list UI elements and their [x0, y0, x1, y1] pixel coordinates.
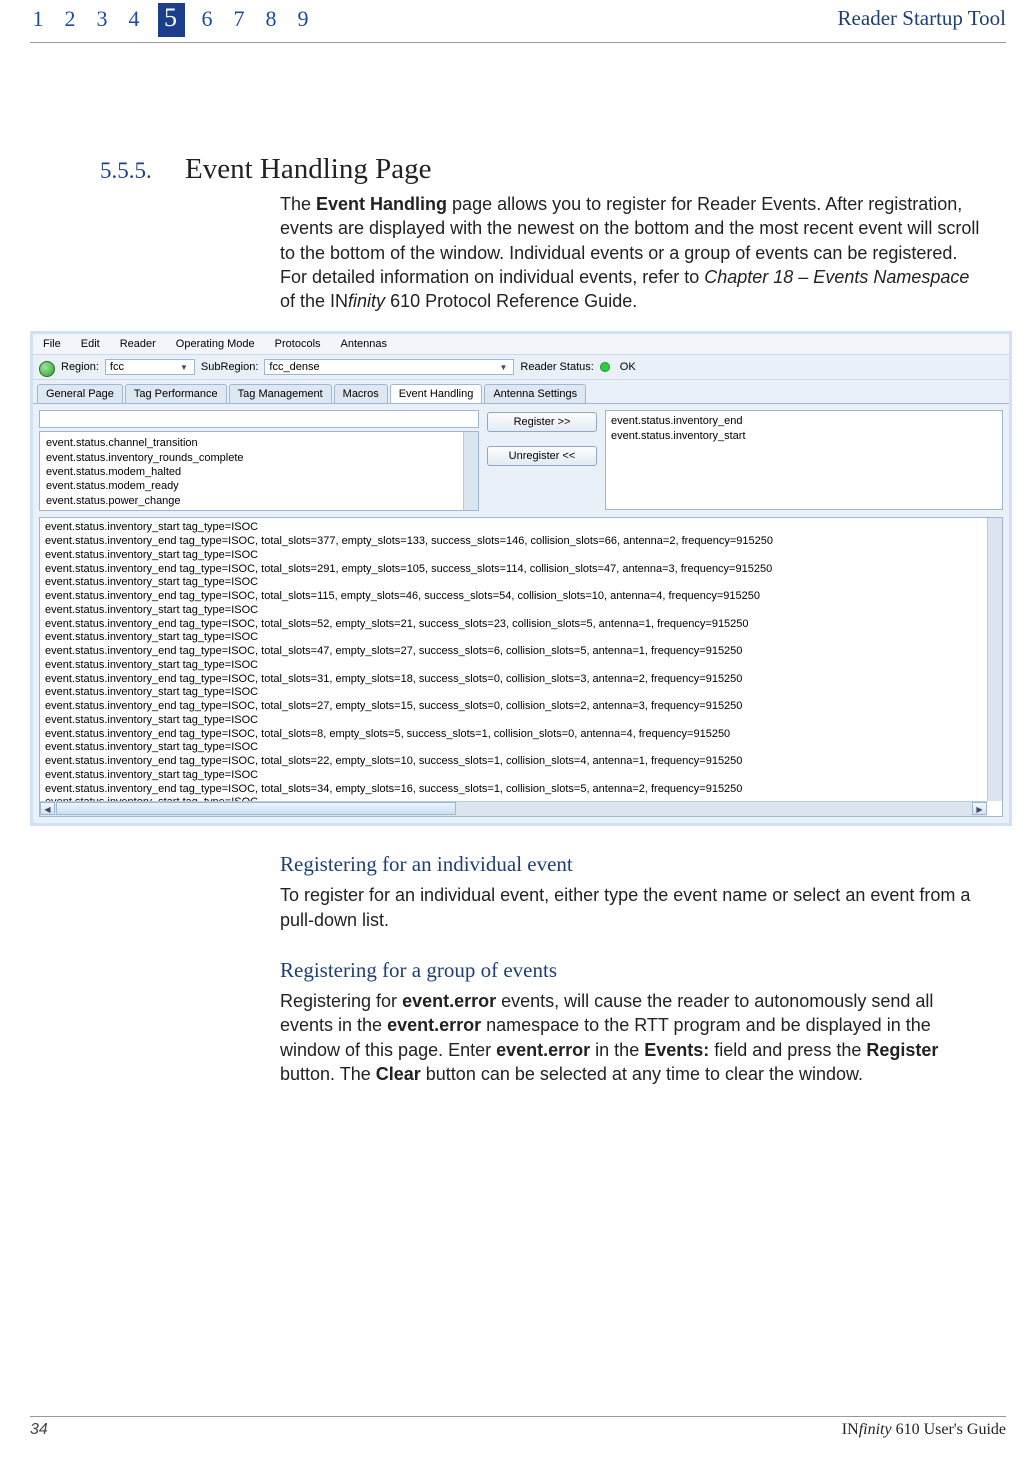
available-events-listbox[interactable]: event.status.channel_transitionevent.sta…	[39, 431, 479, 511]
scroll-thumb[interactable]	[56, 802, 456, 815]
scroll-left-arrow[interactable]: ◀	[40, 802, 55, 815]
subregion-label: SubRegion:	[201, 361, 259, 373]
chapter-1[interactable]: 1	[30, 6, 48, 40]
tab-event-handling[interactable]: Event Handling	[390, 384, 483, 403]
chapter-8[interactable]: 8	[263, 6, 281, 40]
log-line: event.status.inventory_end tag_type=ISOC…	[45, 673, 982, 687]
status-label: Reader Status:	[520, 361, 593, 373]
registered-event-item[interactable]: event.status.inventory_end	[611, 414, 997, 428]
unregister-button[interactable]: Unregister <<	[487, 446, 597, 466]
chapter-7[interactable]: 7	[231, 6, 249, 40]
log-line: event.status.inventory_start tag_type=IS…	[45, 714, 982, 728]
log-line: event.status.inventory_start tag_type=IS…	[45, 741, 982, 755]
subregion-dropdown[interactable]: fcc_dense ▼	[264, 359, 514, 375]
section-intro: The Event Handling page allows you to re…	[280, 192, 986, 313]
chevron-down-icon: ▼	[500, 363, 508, 372]
sub2-text: Registering for event.error events, will…	[280, 989, 986, 1086]
log-line: event.status.inventory_start tag_type=IS…	[45, 769, 982, 783]
tab-antenna-settings[interactable]: Antenna Settings	[484, 384, 586, 403]
log-line: event.status.inventory_end tag_type=ISOC…	[45, 783, 982, 797]
event-name-input[interactable]	[39, 410, 479, 428]
chapter-3[interactable]: 3	[94, 6, 112, 40]
available-event-option[interactable]: event.status.modem_halted	[46, 465, 457, 479]
region-dropdown[interactable]: fcc ▼	[105, 359, 195, 375]
section-title: Event Handling Page	[185, 153, 431, 186]
status-ok-icon	[600, 362, 610, 372]
app-screenshot: File Edit Reader Operating Mode Protocols Ant…	[30, 331, 1012, 826]
log-line: event.status.inventory_end tag_type=ISOC…	[45, 728, 982, 742]
scrollbar[interactable]	[987, 518, 1002, 801]
region-label: Region:	[61, 361, 99, 373]
menu-reader[interactable]: Reader	[120, 338, 156, 350]
log-line: event.status.inventory_start tag_type=IS…	[45, 604, 982, 618]
tab-bar: General PageTag PerformanceTag Managemen…	[33, 380, 1009, 403]
toolbar: Region: fcc ▼ SubRegion: fcc_dense ▼ Rea…	[33, 355, 1009, 380]
log-line: event.status.inventory_start tag_type=IS…	[45, 631, 982, 645]
log-line: event.status.inventory_end tag_type=ISOC…	[45, 700, 982, 714]
log-line: event.status.inventory_end tag_type=ISOC…	[45, 618, 982, 632]
register-button[interactable]: Register >>	[487, 412, 597, 432]
log-line: event.status.inventory_start tag_type=IS…	[45, 659, 982, 673]
event-handling-panel: event.status.channel_transitionevent.sta…	[33, 403, 1009, 823]
log-line: event.status.inventory_start tag_type=IS…	[45, 549, 982, 563]
tab-macros[interactable]: Macros	[334, 384, 388, 403]
available-event-option[interactable]: event.status.power_change	[46, 494, 457, 508]
tab-tag-performance[interactable]: Tag Performance	[125, 384, 227, 403]
chapter-5[interactable]: 5	[158, 3, 185, 37]
chapter-9[interactable]: 9	[295, 6, 313, 40]
subregion-value: fcc_dense	[269, 361, 319, 373]
menu-antennas[interactable]: Antennas	[341, 338, 387, 350]
section-number: 5.5.5.	[30, 158, 185, 184]
menu-edit[interactable]: Edit	[81, 338, 100, 350]
page-footer: 34 INfinity 610 User's Guide	[30, 1416, 1006, 1439]
chapter-nav: 123456789	[30, 6, 313, 40]
scroll-right-arrow[interactable]: ▶	[972, 802, 987, 815]
region-value: fcc	[110, 361, 124, 373]
header-rule	[30, 42, 1006, 43]
sub1-text: To register for an individual event, eit…	[280, 883, 986, 932]
header-title: Reader Startup Tool	[838, 6, 1006, 31]
log-line: event.status.inventory_start tag_type=IS…	[45, 576, 982, 590]
menu-bar: File Edit Reader Operating Mode Protocols Ant…	[33, 334, 1009, 355]
scrollbar[interactable]	[463, 432, 478, 510]
chapter-2[interactable]: 2	[62, 6, 80, 40]
scrollbar[interactable]: ◀ ▶	[40, 801, 987, 816]
log-line: event.status.inventory_end tag_type=ISOC…	[45, 755, 982, 769]
available-event-option[interactable]: event.status.modem_ready	[46, 479, 457, 493]
chapter-4[interactable]: 4	[126, 6, 144, 40]
log-line: event.status.inventory_end tag_type=ISOC…	[45, 535, 982, 549]
footer-guide: INfinity 610 User's Guide	[842, 1421, 1006, 1439]
nav-icon[interactable]	[39, 361, 55, 377]
registered-event-item[interactable]: event.status.inventory_start	[611, 429, 997, 443]
menu-operating-mode[interactable]: Operating Mode	[176, 338, 255, 350]
log-line: event.status.inventory_end tag_type=ISOC…	[45, 590, 982, 604]
menu-file[interactable]: File	[43, 338, 61, 350]
status-text: OK	[620, 361, 636, 373]
subhead-group: Registering for a group of events	[280, 958, 1006, 983]
log-line: event.status.inventory_end tag_type=ISOC…	[45, 645, 982, 659]
chevron-down-icon: ▼	[180, 363, 188, 372]
page-number: 34	[30, 1421, 48, 1439]
available-event-option[interactable]: event.status.channel_transition	[46, 436, 457, 450]
tab-tag-management[interactable]: Tag Management	[229, 384, 332, 403]
chapter-6[interactable]: 6	[199, 6, 217, 40]
tab-general-page[interactable]: General Page	[37, 384, 123, 403]
registered-events-list[interactable]: event.status.inventory_endevent.status.i…	[605, 410, 1003, 510]
menu-protocols[interactable]: Protocols	[275, 338, 321, 350]
log-line: event.status.inventory_start tag_type=IS…	[45, 686, 982, 700]
log-line: event.status.inventory_end tag_type=ISOC…	[45, 563, 982, 577]
log-line: event.status.inventory_start tag_type=IS…	[45, 521, 982, 535]
subhead-individual: Registering for an individual event	[280, 852, 1006, 877]
available-event-option[interactable]: event.status.inventory_rounds_complete	[46, 451, 457, 465]
event-log[interactable]: event.status.inventory_start tag_type=IS…	[39, 517, 1003, 817]
